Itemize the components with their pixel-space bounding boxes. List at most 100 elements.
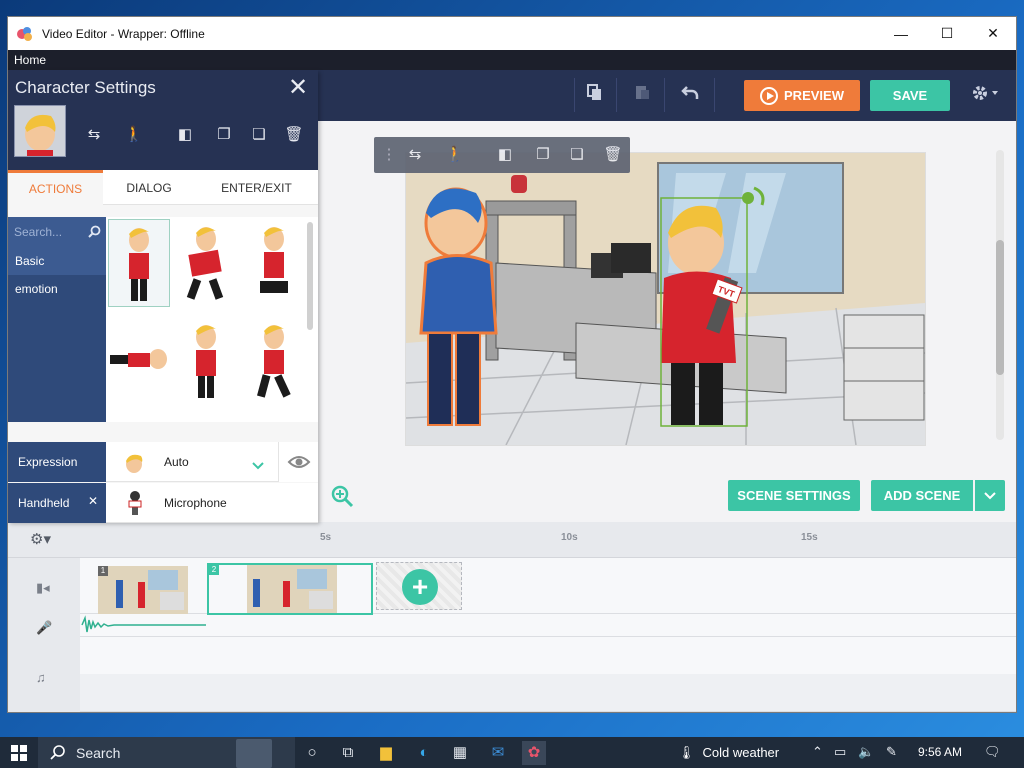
scene-canvas[interactable]: TVT (406, 153, 925, 445)
search-icon (50, 745, 65, 763)
edge-browser-icon[interactable]: ◐ (412, 741, 436, 765)
timeline-settings-gear-icon[interactable]: ⚙▾ (30, 530, 51, 548)
wrapper-app-taskbar-icon[interactable]: ✿ (522, 741, 546, 765)
notification-icon[interactable]: 🗨 (984, 744, 1001, 760)
music-track-extra (80, 674, 1016, 712)
app-window: Video Editor - Wrapper: Offline — ☐ ✕ Ho… (8, 17, 1016, 712)
zoom-in-icon[interactable] (330, 484, 354, 508)
weather-widget[interactable]: 🌡 Cold weather (678, 737, 779, 768)
volume-muted-icon[interactable]: 🔈 (858, 744, 874, 760)
toolbar-divider (616, 78, 617, 112)
toolbar-divider (574, 78, 575, 112)
tick-label: 5s (320, 532, 332, 543)
microsoft-store-icon[interactable]: ▦ (448, 741, 472, 765)
paste-icon[interactable] (630, 83, 654, 107)
save-button[interactable]: SAVE (870, 80, 950, 111)
handheld-row: Handheld ✕ Microphone (8, 483, 318, 524)
pose-thumbnail[interactable] (244, 317, 306, 405)
plus-icon[interactable]: + (402, 569, 438, 605)
play-icon (760, 86, 779, 105)
pose-thumbnail[interactable] (244, 219, 306, 307)
expression-value: Auto (164, 455, 189, 469)
preview-button[interactable]: PREVIEW (744, 80, 860, 111)
tick-label: 10s (561, 532, 578, 543)
pose-thumbnail[interactable] (108, 413, 170, 422)
add-scene-dropdown-chevron-icon[interactable] (975, 480, 1005, 511)
pose-thumbnail[interactable] (108, 219, 170, 307)
scene-number: 1 (98, 566, 108, 576)
video-camera-icon: ▮◂ (36, 580, 50, 595)
timeline: ⚙▾ 5s 10s 15s ▮◂ 🎤 ♫ 1 2 + (8, 522, 1016, 712)
stage-scrollbar-thumb[interactable] (996, 240, 1004, 375)
network-icon[interactable]: ▭ (834, 744, 846, 760)
windows-taskbar: Search ○ ⧉ ▆ ◐ ▦ ✉ ✿ 🌡 Cold weather ⌃ ▭ … (0, 737, 1024, 768)
walk-icon[interactable]: 🚶 (122, 125, 146, 147)
tab-dialog[interactable]: DIALOG (103, 170, 195, 205)
copy-icon[interactable]: ❐ (532, 145, 554, 165)
copy-icon[interactable] (582, 83, 606, 107)
close-panel-icon[interactable]: ✕ (288, 76, 308, 100)
character-avatar[interactable] (14, 105, 66, 157)
trash-icon[interactable]: 🗑 (282, 125, 306, 147)
minimize-button[interactable]: — (878, 17, 924, 50)
music-track (80, 637, 1016, 674)
pose-thumbnail[interactable] (176, 317, 238, 405)
editor-app: PREVIEW SAVE TVT ⋮ ⇆ 🚶 ◧ ❐ ❏ 🗑 SCENE SET… (8, 70, 1016, 712)
task-view-icon[interactable]: ⧉ (336, 741, 360, 765)
taskbar-clock[interactable]: 9:56 AM (918, 745, 962, 759)
clear-handheld-icon[interactable]: ✕ (88, 494, 98, 508)
pose-grid-scrollbar[interactable] (307, 222, 313, 330)
start-button[interactable] (0, 737, 38, 768)
pen-icon[interactable]: ✎ (886, 744, 897, 760)
add-scene-button[interactable]: ADD SCENE (871, 480, 973, 511)
preview-label: PREVIEW (784, 88, 844, 103)
mail-icon[interactable]: ✉ (486, 741, 510, 765)
undo-icon[interactable] (679, 83, 703, 107)
timeline-ruler[interactable]: ⚙▾ 5s 10s 15s (8, 522, 1016, 558)
chevron-up-icon[interactable]: ⌃ (812, 744, 823, 760)
swap-character-icon[interactable]: ⇆ (404, 145, 426, 165)
swap-character-icon[interactable]: ⇆ (82, 125, 106, 147)
tab-enter-exit[interactable]: ENTER/EXIT (195, 170, 318, 205)
tab-actions[interactable]: ACTIONS (8, 170, 103, 205)
close-window-button[interactable]: ✕ (970, 17, 1016, 50)
file-explorer-icon[interactable]: ▆ (374, 741, 398, 765)
cortana-icon[interactable]: ○ (300, 741, 324, 765)
character-settings-header: Character Settings ✕ ⇆ 🚶 ◧ ❐ ❏ 🗑 (8, 70, 318, 170)
stage-scrollbar[interactable] (996, 150, 1004, 440)
expression-label: Expression (8, 442, 106, 482)
category-basic[interactable]: Basic (8, 247, 106, 275)
paste-icon[interactable]: ❏ (247, 125, 271, 147)
menu-bar: Home (8, 50, 1016, 70)
search-highlight-image (236, 739, 272, 768)
chevron-down-icon[interactable] (252, 457, 264, 475)
scene-number: 2 (209, 565, 219, 575)
add-scene-tile[interactable]: + (376, 562, 462, 610)
flip-icon[interactable]: ◧ (494, 145, 516, 165)
paste-icon[interactable]: ❏ (566, 145, 588, 165)
scene-thumbnail[interactable]: 1 (98, 566, 188, 614)
flip-icon[interactable]: ◧ (173, 125, 197, 147)
drag-handle-icon[interactable]: ⋮ (378, 145, 400, 165)
pose-thumbnail[interactable] (108, 317, 170, 405)
search-icon[interactable] (88, 225, 101, 243)
desktop: Video Editor - Wrapper: Offline — ☐ ✕ Ho… (0, 0, 1024, 768)
eye-icon[interactable] (278, 442, 318, 482)
maximize-button[interactable]: ☐ (924, 17, 970, 50)
pose-thumbnail[interactable] (176, 219, 238, 307)
walk-icon[interactable]: 🚶 (444, 145, 466, 165)
copy-icon[interactable]: ❐ (212, 125, 236, 147)
scene-settings-button[interactable]: SCENE SETTINGS (728, 480, 860, 511)
handheld-select[interactable]: Microphone (106, 483, 318, 523)
music-note-icon: ♫ (36, 670, 46, 685)
expression-row: Expression Auto (8, 442, 318, 483)
handheld-value: Microphone (164, 496, 227, 510)
voice-waveform[interactable] (80, 614, 210, 636)
settings-gear-icon[interactable] (970, 83, 1004, 107)
menu-home[interactable]: Home (14, 53, 46, 67)
action-category-list: Search... Basic emotion (8, 217, 106, 422)
category-emotion[interactable]: emotion (8, 275, 106, 303)
scene-thumbnail-selected[interactable]: 2 (207, 563, 373, 615)
trash-icon[interactable]: 🗑 (602, 145, 624, 165)
toolbar-divider (714, 78, 715, 112)
